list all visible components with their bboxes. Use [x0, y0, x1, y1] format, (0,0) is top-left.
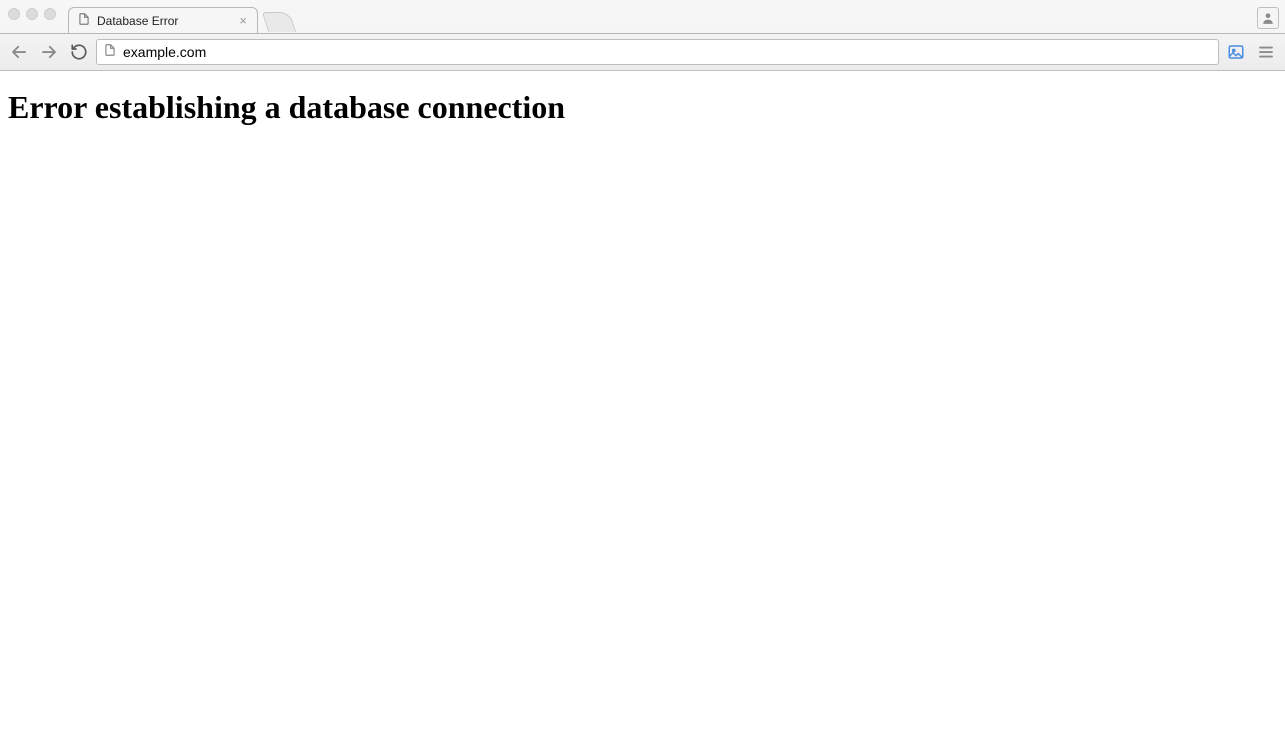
menu-button[interactable]: [1253, 39, 1279, 65]
window-controls: [8, 0, 68, 33]
site-info-icon[interactable]: [103, 43, 117, 62]
reload-button[interactable]: [66, 39, 92, 65]
arrow-right-icon: [40, 43, 58, 61]
browser-toolbar: [0, 34, 1285, 70]
image-icon: [1227, 43, 1245, 61]
address-input[interactable]: [123, 44, 1212, 60]
address-bar[interactable]: [96, 39, 1219, 65]
window-close-button[interactable]: [8, 8, 20, 20]
page-content: Error establishing a database connection: [0, 71, 1285, 748]
window-minimize-button[interactable]: [26, 8, 38, 20]
page-favicon-icon: [77, 12, 91, 29]
window-zoom-button[interactable]: [44, 8, 56, 20]
browser-chrome: Database Error ×: [0, 0, 1285, 71]
new-tab-button[interactable]: [262, 12, 296, 32]
user-icon: [1261, 11, 1275, 25]
hamburger-icon: [1257, 43, 1275, 61]
browser-tab[interactable]: Database Error ×: [68, 7, 258, 33]
tab-close-button[interactable]: ×: [237, 14, 249, 27]
arrow-left-icon: [10, 43, 28, 61]
reload-icon: [70, 43, 88, 61]
profile-button[interactable]: [1257, 7, 1279, 29]
back-button[interactable]: [6, 39, 32, 65]
tab-strip: Database Error ×: [0, 0, 1285, 34]
error-heading: Error establishing a database connection: [8, 89, 1277, 126]
tab-title: Database Error: [97, 14, 237, 28]
extension-button[interactable]: [1223, 39, 1249, 65]
forward-button[interactable]: [36, 39, 62, 65]
